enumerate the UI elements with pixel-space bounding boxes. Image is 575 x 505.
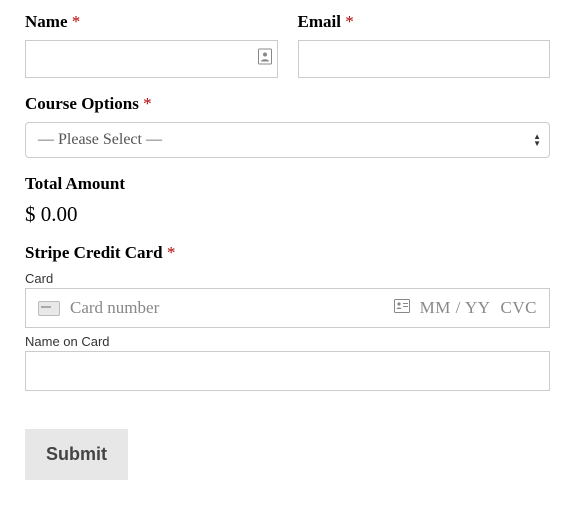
required-email: * (345, 12, 354, 31)
name-input-wrap (25, 40, 278, 78)
select-arrows-icon: ▲▼ (533, 133, 541, 147)
label-email-text: Email (298, 12, 341, 31)
required-name: * (72, 12, 81, 31)
field-course: Course Options * — Please Select — ▲▼ (25, 94, 550, 158)
total-amount-value: $ 0.00 (25, 202, 550, 227)
field-stripe: Stripe Credit Card * Card Card number MM… (25, 243, 550, 391)
field-email: Email * (298, 12, 551, 78)
required-course: * (143, 94, 152, 113)
label-total: Total Amount (25, 174, 550, 194)
name-input[interactable] (25, 40, 278, 78)
course-select[interactable]: — Please Select — ▲▼ (25, 122, 550, 158)
label-stripe-text: Stripe Credit Card (25, 243, 163, 262)
field-name: Name * (25, 12, 278, 78)
sublabel-card: Card (25, 271, 550, 286)
name-on-card-input[interactable] (25, 351, 550, 391)
email-input[interactable] (298, 40, 551, 78)
card-icon (38, 301, 60, 316)
field-total: Total Amount $ 0.00 (25, 174, 550, 227)
label-course: Course Options * (25, 94, 550, 114)
label-email: Email * (298, 12, 551, 32)
card-number-placeholder: Card number (70, 298, 384, 318)
sublabel-name-on-card: Name on Card (25, 334, 550, 349)
cvc-placeholder: CVC (501, 298, 537, 318)
label-name: Name * (25, 12, 278, 32)
label-name-text: Name (25, 12, 67, 31)
card-input-row[interactable]: Card number MM / YY CVC (25, 288, 550, 328)
card-autofill-icon (394, 299, 410, 318)
autofill-icon (258, 49, 272, 70)
course-selected: — Please Select — (38, 131, 162, 149)
submit-button[interactable]: Submit (25, 429, 128, 480)
expiry-placeholder: MM / YY (420, 298, 491, 318)
label-stripe: Stripe Credit Card * (25, 243, 550, 263)
required-stripe: * (167, 243, 176, 262)
label-course-text: Course Options (25, 94, 139, 113)
row-name-email: Name * Email * (25, 12, 550, 78)
